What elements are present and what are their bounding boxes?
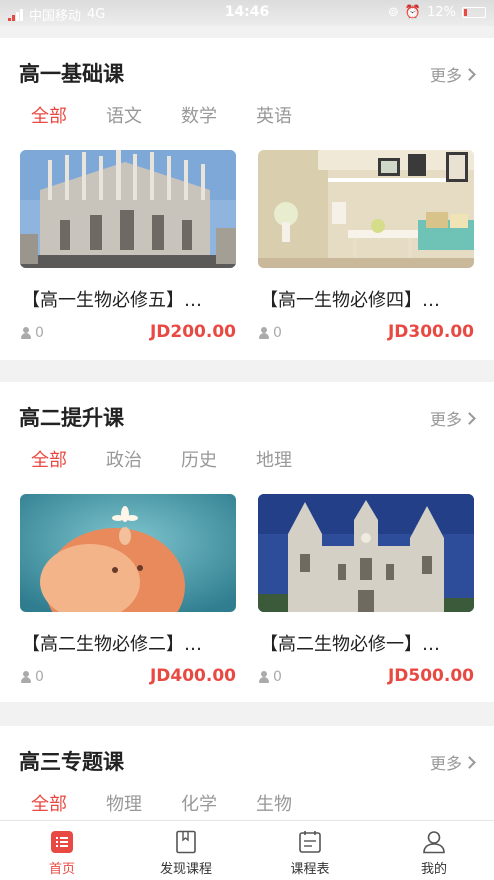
chevron-right-icon (463, 67, 476, 81)
interior-photo (258, 150, 474, 268)
status-bar: 中国移动 4G 14:46 ⊚ ⏰ 12% (0, 0, 494, 26)
nav-profile[interactable]: 我的 (372, 821, 494, 880)
schedule-icon (299, 831, 321, 853)
course-card[interactable]: 【高一生物必修五】… 0 JD200.00 (20, 150, 236, 350)
tab-physics[interactable]: 物理 (106, 790, 181, 816)
course-price: JD400.00 (149, 666, 236, 686)
lock-rotation-icon: ⊚ (388, 5, 399, 20)
person-icon (258, 327, 270, 339)
course-title: 【高一生物必修五】… (22, 290, 202, 311)
course-price: JD200.00 (149, 322, 236, 342)
nav-discover[interactable]: 发现课程 (124, 821, 248, 880)
more-label: 更多 (429, 66, 462, 85)
tab-chemistry[interactable]: 化学 (181, 790, 256, 816)
illustration-photo (20, 494, 236, 612)
nav-label: 发现课程 (159, 862, 212, 877)
cathedral-photo (20, 150, 236, 268)
nav-schedule[interactable]: 课程表 (248, 821, 372, 880)
chevron-right-icon (463, 755, 476, 769)
person-icon (20, 671, 32, 683)
student-count: 0 (20, 669, 44, 685)
person-icon (258, 671, 270, 683)
student-count: 0 (258, 669, 282, 685)
nav-label: 课程表 (290, 862, 330, 877)
student-count-value: 0 (35, 325, 44, 341)
tab-geography[interactable]: 地理 (256, 446, 331, 472)
more-label: 更多 (429, 754, 462, 773)
section-grade-two: 高二提升课 更多 全部 政治 历史 地理 【高二生物必修二】… 0 JD400.… (0, 382, 494, 702)
course-title: 【高二生物必修二】… (22, 634, 202, 655)
course-price: JD300.00 (387, 322, 474, 342)
tab-all[interactable]: 全部 (31, 446, 106, 472)
bottom-nav: 首页 发现课程 课程表 我的 (0, 820, 494, 880)
battery-icon (462, 7, 486, 18)
course-card[interactable]: 【高二生物必修一】… 0 JD500.00 (258, 494, 474, 694)
tab-politics[interactable]: 政治 (106, 446, 181, 472)
section-title: 高一基础课 (19, 62, 124, 86)
church-photo (258, 494, 474, 612)
tab-biology[interactable]: 生物 (256, 790, 331, 816)
book-icon (176, 830, 196, 854)
more-link[interactable]: 更多 (429, 62, 476, 86)
tab-history[interactable]: 历史 (181, 446, 256, 472)
course-title: 【高一生物必修四】… (260, 290, 440, 311)
tab-english[interactable]: 英语 (256, 102, 331, 128)
nav-label: 首页 (48, 862, 75, 877)
section-title: 高二提升课 (19, 406, 124, 430)
tab-all[interactable]: 全部 (31, 102, 106, 128)
tab-math[interactable]: 数学 (181, 102, 256, 128)
nav-label: 我的 (420, 862, 447, 877)
section-grade-three: 高三专题课 更多 全部 物理 化学 生物 (0, 726, 494, 820)
alarm-icon: ⏰ (404, 5, 422, 20)
subject-tabs: 全部 语文 数学 英语 (31, 102, 331, 128)
student-count: 0 (258, 325, 282, 341)
student-count: 0 (20, 325, 44, 341)
student-count-value: 0 (273, 669, 282, 685)
person-icon (20, 327, 32, 339)
profile-icon (423, 831, 445, 854)
subject-tabs: 全部 物理 化学 生物 (31, 790, 331, 816)
course-card[interactable]: 【高二生物必修二】… 0 JD400.00 (20, 494, 236, 694)
course-price: JD500.00 (387, 666, 474, 686)
chevron-right-icon (463, 411, 476, 425)
course-title: 【高二生物必修一】… (260, 634, 440, 655)
more-link[interactable]: 更多 (429, 406, 476, 430)
more-label: 更多 (429, 410, 462, 429)
section-grade-one: 高一基础课 更多 全部 语文 数学 英语 【高一生物必修五】… 0 JD200.… (0, 38, 494, 360)
course-card[interactable]: 【高一生物必修四】… 0 JD300.00 (258, 150, 474, 350)
tab-all[interactable]: 全部 (31, 790, 106, 816)
section-title: 高三专题课 (19, 750, 124, 774)
student-count-value: 0 (35, 669, 44, 685)
battery-percent: 12% (427, 5, 456, 20)
tab-chinese[interactable]: 语文 (106, 102, 181, 128)
subject-tabs: 全部 政治 历史 地理 (31, 446, 331, 472)
home-icon (51, 831, 73, 853)
more-link[interactable]: 更多 (429, 750, 476, 774)
nav-home[interactable]: 首页 (0, 821, 124, 880)
student-count-value: 0 (273, 325, 282, 341)
